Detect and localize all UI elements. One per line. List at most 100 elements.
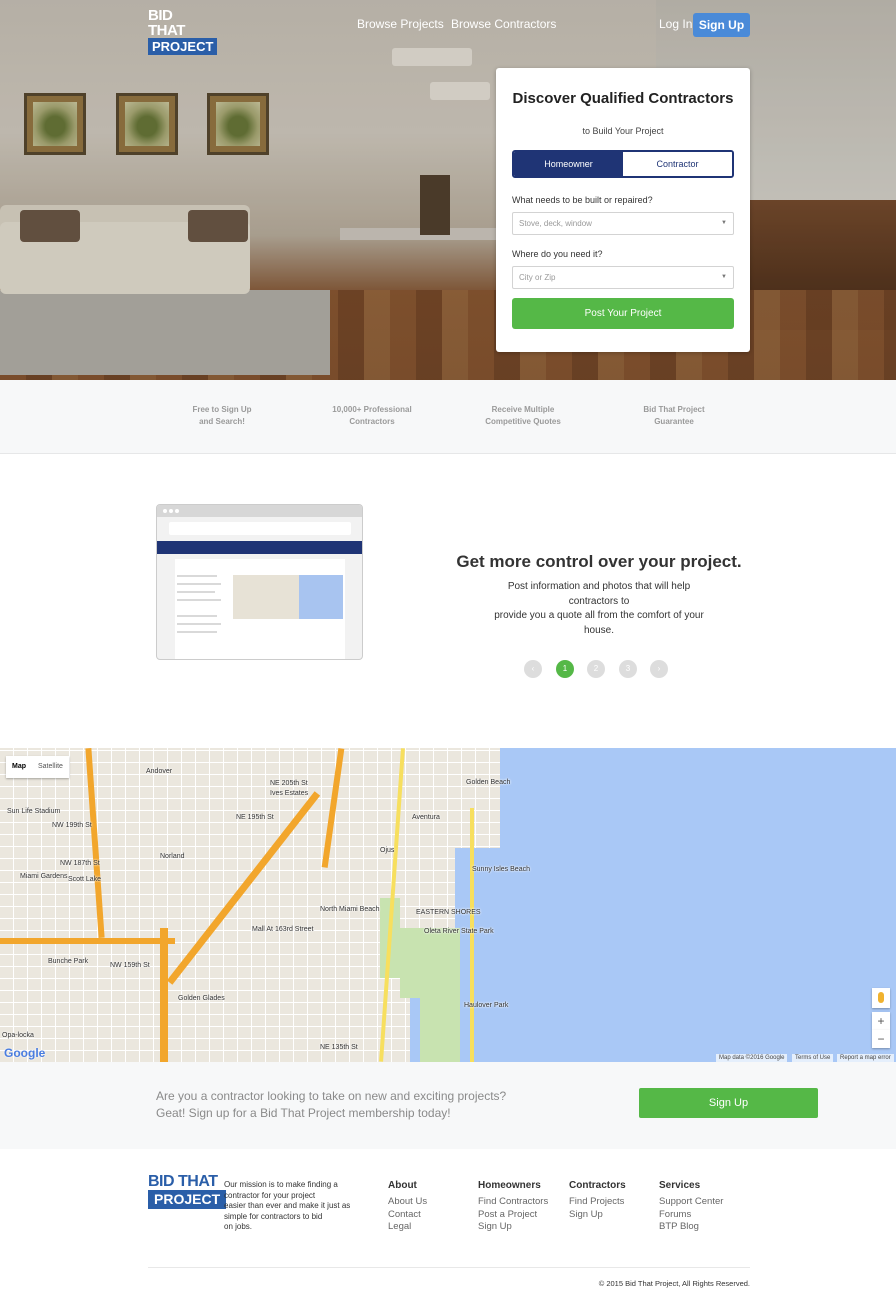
product-screenshot bbox=[156, 504, 363, 660]
map-ocean bbox=[500, 748, 896, 1062]
location-label: Where do you need it? bbox=[512, 249, 603, 259]
features-strip: Free to Sign Up and Search! 10,000+ Prof… bbox=[0, 380, 896, 454]
nav-login[interactable]: Log In bbox=[659, 17, 692, 31]
map-label: Golden Beach bbox=[466, 779, 511, 786]
toggle-homeowner[interactable]: Homeowner bbox=[514, 152, 623, 176]
footer-link[interactable]: Contact bbox=[388, 1209, 427, 1222]
footer-link[interactable]: Forums bbox=[659, 1209, 723, 1222]
map-report-error-link[interactable]: Report a map error bbox=[837, 1054, 894, 1062]
pager-prev-button[interactable]: ‹ bbox=[524, 660, 542, 678]
hero-shade bbox=[0, 0, 896, 380]
footer-link[interactable]: Find Contractors bbox=[478, 1196, 548, 1209]
footer-link[interactable]: Legal bbox=[388, 1221, 427, 1234]
browser-text-line bbox=[177, 631, 217, 633]
footer-col-about: About About Us Contact Legal bbox=[388, 1180, 427, 1234]
control-text-line: Post information and photos that will he… bbox=[507, 581, 691, 592]
footer-link[interactable]: Sign Up bbox=[569, 1209, 626, 1222]
footer-col-contractors: Contractors Find Projects Sign Up bbox=[569, 1180, 626, 1221]
browser-text-line bbox=[177, 591, 215, 593]
control-description: Post information and photos that will he… bbox=[480, 580, 718, 638]
caret-down-icon: ▼ bbox=[721, 274, 727, 280]
pager-page-3[interactable]: 3 bbox=[619, 660, 637, 678]
contractor-cta: Are you a contractor looking to take on … bbox=[0, 1062, 896, 1149]
browser-text-line bbox=[177, 583, 221, 585]
footer-col-homeowners: Homeowners Find Contractors Post a Proje… bbox=[478, 1180, 548, 1234]
map-type-satellite[interactable]: Satellite bbox=[32, 756, 69, 778]
footer-divider bbox=[148, 1267, 750, 1268]
cta-signup-button[interactable]: Sign Up bbox=[639, 1088, 818, 1118]
footer-col-title: About bbox=[388, 1180, 417, 1191]
hero-search-card: Discover Qualified Contractors to Build … bbox=[496, 68, 750, 352]
map-bay bbox=[455, 848, 500, 1062]
nav-signup-button[interactable]: Sign Up bbox=[693, 13, 750, 37]
map-data-credit: Map data ©2016 Google bbox=[716, 1054, 788, 1062]
footer-logo[interactable]: BID THAT PROJECT bbox=[148, 1173, 227, 1209]
control-title: Get more control over your project. bbox=[456, 552, 742, 571]
control-text-line: provide you a quote all from the comfort… bbox=[494, 610, 704, 621]
mission-line: simple for contractors to bid bbox=[224, 1211, 323, 1221]
site-logo[interactable]: BID THAT PROJECT bbox=[148, 7, 218, 55]
logo-text-top: BID THAT bbox=[148, 7, 185, 39]
feature-line: 10,000+ Professional bbox=[332, 405, 412, 414]
card-title: Discover Qualified Contractors bbox=[512, 90, 734, 107]
footer-link[interactable]: Support Center bbox=[659, 1196, 723, 1209]
post-project-button[interactable]: Post Your Project bbox=[512, 298, 734, 329]
location-select[interactable]: City or Zip ▼ bbox=[512, 266, 734, 289]
pager-next-button[interactable]: › bbox=[650, 660, 668, 678]
map-label: NE 135th St bbox=[320, 1044, 358, 1051]
footer-link[interactable]: Sign Up bbox=[478, 1221, 548, 1234]
mission-line: contractor for your project bbox=[224, 1190, 316, 1200]
map-label: Andover bbox=[146, 768, 173, 775]
zoom-out-button[interactable]: − bbox=[872, 1030, 890, 1048]
logo-text-top: BID THAT bbox=[148, 1173, 218, 1190]
feature-line: Contractors bbox=[349, 417, 395, 426]
feature-item: Free to Sign Up and Search! bbox=[167, 404, 277, 428]
footer-col-title: Services bbox=[659, 1180, 701, 1191]
browser-address-bar bbox=[169, 522, 351, 535]
footer-link[interactable]: Find Projects bbox=[569, 1196, 626, 1209]
map-label: NE 205th St bbox=[270, 780, 308, 787]
map-label: Aventura bbox=[412, 814, 440, 821]
map-label: North Miami Beach bbox=[320, 906, 380, 913]
map-label: Ojus bbox=[380, 847, 395, 854]
feature-item: 10,000+ Professional Contractors bbox=[317, 404, 427, 428]
toggle-contractor[interactable]: Contractor bbox=[623, 152, 732, 176]
mission-line: on jobs. bbox=[224, 1222, 253, 1231]
pager-page-1[interactable]: 1 bbox=[556, 660, 574, 678]
map-label: NW 187th St bbox=[60, 860, 100, 867]
nav-browse-projects[interactable]: Browse Projects bbox=[357, 17, 444, 31]
cta-line: Are you a contractor looking to take on … bbox=[156, 1089, 507, 1103]
footer-link[interactable]: BTP Blog bbox=[659, 1221, 723, 1234]
project-type-select[interactable]: Stove, deck, window ▼ bbox=[512, 212, 734, 235]
footer-link[interactable]: About Us bbox=[388, 1196, 427, 1209]
map-road bbox=[470, 808, 474, 1062]
feature-line: Guarantee bbox=[654, 417, 694, 426]
project-type-placeholder: Stove, deck, window bbox=[519, 219, 592, 228]
footer-link[interactable]: Post a Project bbox=[478, 1209, 548, 1222]
pager-page-2[interactable]: 2 bbox=[587, 660, 605, 678]
map-type-toggle: Map Satellite bbox=[6, 756, 69, 778]
browser-text-line bbox=[177, 615, 217, 617]
cta-line: Geat! Sign up for a Bid That Project mem… bbox=[156, 1106, 451, 1120]
map-label: NE 195th St bbox=[236, 814, 274, 821]
footer-mission: Our mission is to make finding a contrac… bbox=[224, 1180, 354, 1233]
map-label: Oleta River State Park bbox=[424, 928, 494, 935]
mission-line: Our mission is to make finding a bbox=[224, 1180, 338, 1189]
logo-text-bottom: PROJECT bbox=[148, 38, 218, 55]
map-label: Mall At 163rd Street bbox=[252, 926, 314, 933]
feature-item: Receive Multiple Competitive Quotes bbox=[468, 404, 578, 428]
street-view-pegman-icon[interactable] bbox=[872, 988, 890, 1008]
google-logo[interactable]: Google bbox=[4, 1046, 45, 1060]
map-label: Bunche Park bbox=[48, 958, 89, 965]
browser-chrome bbox=[157, 505, 362, 517]
nav-browse-contractors[interactable]: Browse Contractors bbox=[451, 17, 556, 31]
map-label: Haulover Park bbox=[464, 1002, 509, 1009]
map-label: EASTERN SHORES bbox=[416, 909, 481, 916]
contractor-map[interactable]: Andover Ives Estates Golden Beach Aventu… bbox=[0, 748, 896, 1062]
map-terms-link[interactable]: Terms of Use bbox=[792, 1054, 834, 1062]
zoom-in-button[interactable]: + bbox=[872, 1012, 890, 1030]
copyright: © 2015 Bid That Project, All Rights Rese… bbox=[598, 1279, 750, 1288]
map-type-map[interactable]: Map bbox=[6, 756, 32, 778]
caret-down-icon: ▼ bbox=[721, 220, 727, 226]
browser-text-line bbox=[177, 575, 217, 577]
